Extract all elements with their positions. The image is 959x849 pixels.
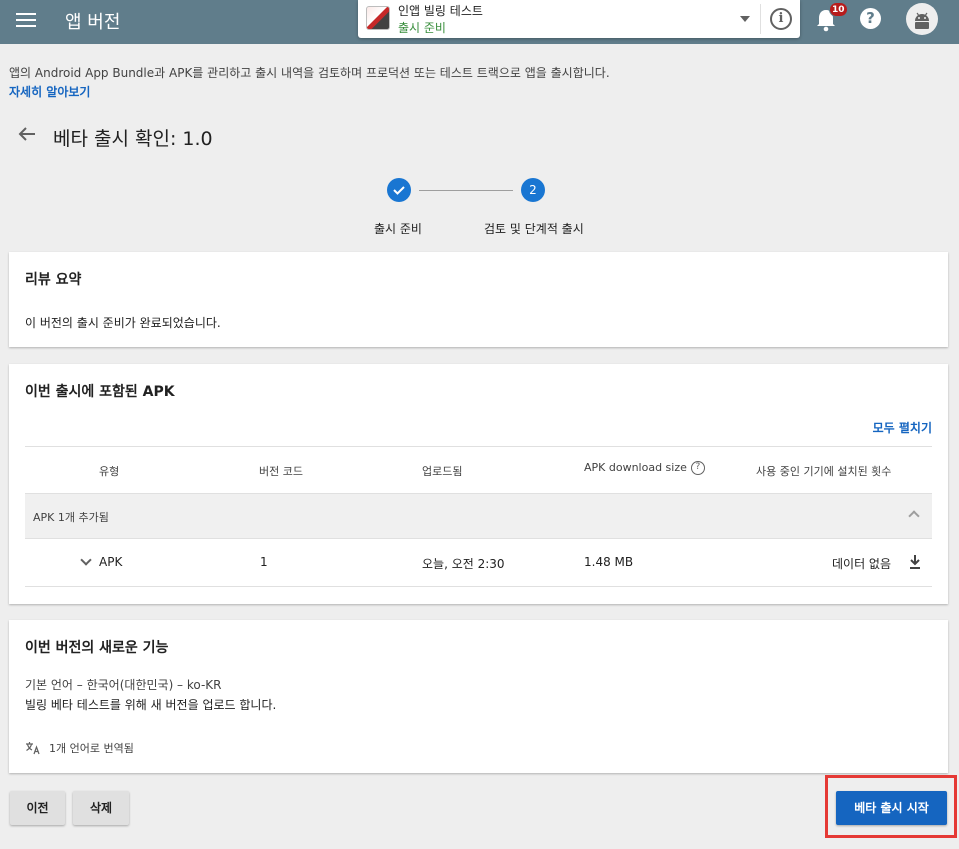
start-beta-rollout-button[interactable]: 베타 출시 시작 bbox=[836, 791, 947, 825]
help-icon[interactable]: ? bbox=[860, 8, 881, 29]
review-summary-title: 리뷰 요약 bbox=[25, 272, 82, 288]
apk-size-cell: 1.48 MB bbox=[584, 555, 634, 569]
installs-cell: 데이터 없음 bbox=[832, 557, 892, 571]
column-header-version-code: 버전 코드 bbox=[259, 465, 303, 478]
column-header-apk-size-label: APK download size bbox=[584, 461, 687, 474]
notification-count-badge: 10 bbox=[829, 2, 848, 17]
column-header-apk-size: APK download size? bbox=[584, 461, 705, 475]
column-header-uploaded: 업로드됨 bbox=[422, 465, 463, 478]
help-circle-icon[interactable]: ? bbox=[690, 461, 705, 475]
apk-group-label: APK 1개 추가됨 bbox=[33, 511, 109, 524]
version-code-cell: 1 bbox=[260, 555, 268, 569]
check-icon bbox=[393, 186, 405, 195]
step-2-label: 검토 및 단계적 출시 bbox=[484, 222, 584, 236]
translate-icon bbox=[26, 742, 40, 755]
table-row: APK 1 오늘, 오전 2:30 1.48 MB 데이터 없음 bbox=[25, 539, 932, 587]
page-title: 베타 출시 확인: 1.0 bbox=[53, 128, 213, 150]
app-status: 출시 준비 bbox=[398, 21, 446, 35]
divider bbox=[760, 4, 761, 34]
stepper-connector bbox=[419, 190, 513, 191]
previous-button[interactable]: 이전 bbox=[10, 791, 65, 825]
learn-more-link[interactable]: 자세히 알아보기 bbox=[9, 83, 90, 100]
translated-languages-text: 1개 언어로 번역됨 bbox=[49, 742, 134, 755]
page-section-title: 앱 버전 bbox=[65, 12, 121, 33]
review-summary-text: 이 버전의 출시 준비가 완료되었습니다. bbox=[25, 316, 221, 330]
apk-card: 이번 출시에 포함된 APK 모두 펼치기 유형 버전 코드 업로드됨 APK … bbox=[9, 364, 948, 604]
expand-all-link[interactable]: 모두 펼치기 bbox=[873, 419, 932, 436]
back-arrow-icon[interactable] bbox=[17, 124, 37, 144]
menu-icon[interactable] bbox=[16, 10, 38, 32]
whats-new-card: 이번 버전의 새로운 기능 기본 언어 – 한국어(대한민국) – ko-KR … bbox=[9, 620, 948, 773]
whats-new-notes: 빌링 베타 테스트를 위해 새 버전을 업로드 합니다. bbox=[25, 698, 277, 712]
apk-card-title: 이번 출시에 포함된 APK bbox=[25, 384, 175, 400]
top-app-bar: 앱 버전 인앱 빌링 테스트 출시 준비 i 10 ? bbox=[0, 0, 959, 44]
whats-new-language: 기본 언어 – 한국어(대한민국) – ko-KR bbox=[25, 678, 222, 692]
chevron-down-icon[interactable] bbox=[80, 554, 92, 566]
android-icon bbox=[915, 12, 929, 29]
dropdown-caret-icon[interactable] bbox=[740, 16, 750, 22]
app-selector[interactable]: 인앱 빌링 테스트 출시 준비 i bbox=[358, 0, 800, 38]
whats-new-title: 이번 버전의 새로운 기능 bbox=[25, 640, 169, 656]
app-name: 인앱 빌링 테스트 bbox=[398, 4, 483, 18]
column-header-installs: 사용 중인 기기에 설치된 횟수 bbox=[756, 465, 892, 478]
column-header-type: 유형 bbox=[99, 465, 120, 478]
review-summary-card: 리뷰 요약 이 버전의 출시 준비가 완료되었습니다. bbox=[9, 252, 948, 347]
uploaded-cell: 오늘, 오전 2:30 bbox=[422, 557, 505, 571]
step-2-active: 2 bbox=[521, 178, 545, 202]
info-icon[interactable]: i bbox=[770, 8, 792, 30]
download-icon[interactable] bbox=[908, 554, 922, 570]
avatar[interactable] bbox=[906, 3, 938, 35]
chevron-up-icon[interactable] bbox=[908, 510, 920, 522]
step-1-complete bbox=[387, 178, 411, 202]
page-description: 앱의 Android App Bundle과 APK를 관리하고 출시 내역을 … bbox=[9, 66, 610, 80]
apk-type-cell: APK bbox=[99, 555, 123, 569]
delete-button[interactable]: 삭제 bbox=[73, 791, 129, 825]
step-1-label: 출시 준비 bbox=[374, 222, 422, 236]
app-icon bbox=[366, 6, 390, 30]
table-header-row: 유형 버전 코드 업로드됨 APK download size? 사용 중인 기… bbox=[25, 446, 932, 494]
apk-group-row[interactable]: APK 1개 추가됨 bbox=[25, 494, 932, 539]
